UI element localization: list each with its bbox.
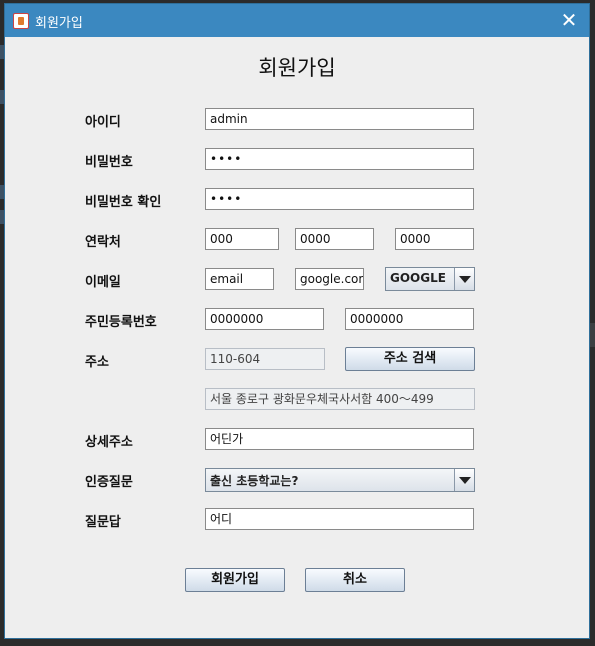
java-app-icon (13, 13, 29, 29)
password-field[interactable]: •••• (205, 148, 474, 170)
signup-button[interactable]: 회원가입 (185, 568, 285, 592)
title-bar[interactable]: 회원가입 ✕ (5, 4, 589, 37)
email-domain-field[interactable]: google.com (295, 268, 364, 290)
resident-number-label: 주민등록번호 (85, 315, 157, 330)
phone-field-2[interactable]: 0000 (295, 228, 374, 250)
detail-address-label: 상세주소 (85, 435, 133, 450)
resident-number-back-field[interactable]: 0000000 (345, 308, 474, 330)
close-icon[interactable]: ✕ (557, 8, 581, 32)
password-confirm-field[interactable]: •••• (205, 188, 474, 210)
id-field[interactable]: admin (205, 108, 474, 130)
cancel-button[interactable]: 취소 (305, 568, 405, 592)
resident-number-front-field[interactable]: 0000000 (205, 308, 324, 330)
phone-field-3[interactable]: 0000 (395, 228, 474, 250)
answer-label: 질문답 (85, 515, 121, 530)
page-title: 회원가입 (258, 56, 336, 80)
password-label: 비밀번호 (85, 155, 133, 170)
chevron-down-icon[interactable] (454, 469, 474, 491)
window-title: 회원가입 (35, 16, 83, 31)
address-search-button[interactable]: 주소 검색 (345, 347, 475, 371)
phone-label: 연락처 (85, 235, 121, 250)
id-label: 아이디 (85, 115, 121, 130)
address-label: 주소 (85, 355, 109, 370)
address-line-field: 서울 종로구 광화문우체국사서함 400～499 (205, 388, 475, 410)
signup-dialog: 회원가입 ✕ 회원가입 아이디 admin 비밀번호 •••• 비밀번호 확인 … (4, 3, 590, 639)
email-label: 이메일 (85, 275, 121, 290)
password-confirm-label: 비밀번호 확인 (85, 195, 162, 210)
email-domain-select-value: GOOGLE (390, 271, 446, 285)
auth-question-select-value: 출신 초등학교는? (210, 474, 299, 488)
auth-question-label: 인증질문 (85, 475, 133, 490)
email-domain-select[interactable]: GOOGLE (385, 267, 475, 291)
zipcode-field: 110-604 (205, 348, 325, 370)
auth-question-select[interactable]: 출신 초등학교는? (205, 468, 475, 492)
phone-field-1[interactable]: 000 (205, 228, 279, 250)
answer-field[interactable]: 어디 (205, 508, 474, 530)
email-id-field[interactable]: email (205, 268, 274, 290)
chevron-down-icon[interactable] (454, 268, 474, 290)
detail-address-field[interactable]: 어딘가 (205, 428, 474, 450)
